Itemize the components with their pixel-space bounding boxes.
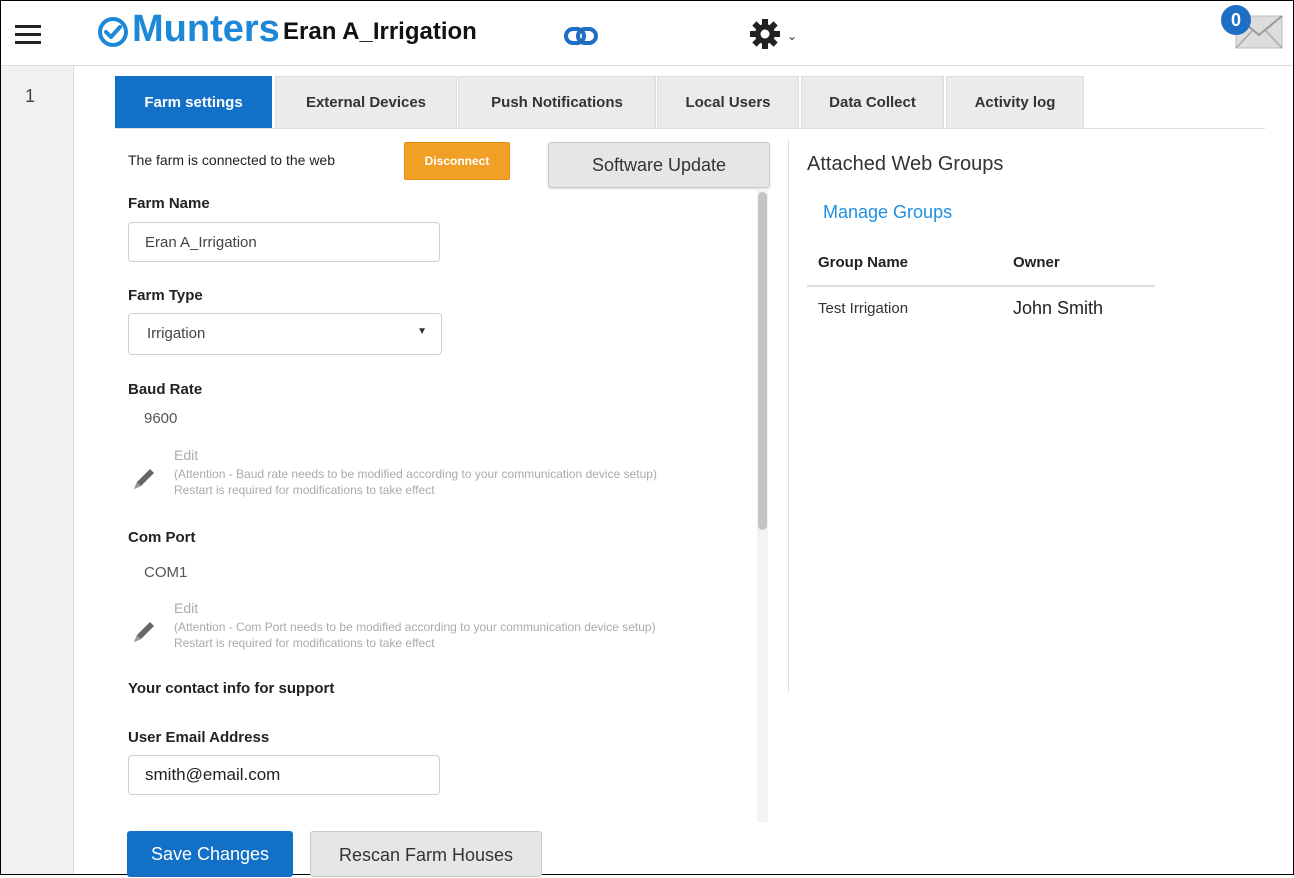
munters-logo-icon xyxy=(98,17,128,47)
panel-divider xyxy=(788,140,789,692)
web-groups-title: Attached Web Groups xyxy=(807,153,1004,175)
top-header: Munters Eran A_Irrigation ⌄ 0 xyxy=(1,1,1293,66)
pencil-icon xyxy=(134,622,154,642)
connection-status-text: The farm is connected to the web xyxy=(128,152,335,168)
farm-type-label: Farm Type xyxy=(128,287,203,304)
group-name-cell: Test Irrigation xyxy=(818,300,909,317)
caret-down-icon: ▼ xyxy=(417,326,427,337)
com-attention-note: (Attention - Com Port needs to be modifi… xyxy=(174,619,814,651)
baud-rate-value: 9600 xyxy=(144,410,178,427)
com-note-line-2: Restart is required for modifications to… xyxy=(174,636,435,650)
tab-external-devices[interactable]: External Devices xyxy=(275,76,457,128)
baud-rate-edit[interactable]: Edit (Attention - Baud rate needs to be … xyxy=(130,447,790,507)
farm-type-select[interactable]: Irrigation ▼ xyxy=(128,313,442,355)
com-edit-label: Edit xyxy=(174,600,199,616)
manage-groups-link[interactable]: Manage Groups xyxy=(823,202,952,223)
tab-local-users[interactable]: Local Users xyxy=(657,76,799,128)
table-header-divider xyxy=(807,285,1155,287)
baud-attention-note: (Attention - Baud rate needs to be modif… xyxy=(174,466,814,498)
contact-heading: Your contact info for support xyxy=(128,680,335,697)
farm-title: Eran A_Irrigation xyxy=(283,18,477,45)
email-label: User Email Address xyxy=(128,729,270,746)
mail-count-badge: 0 xyxy=(1221,5,1251,35)
group-name-header: Group Name xyxy=(818,254,909,271)
com-note-line-1: (Attention - Com Port needs to be modifi… xyxy=(174,620,656,634)
farm-name-input[interactable] xyxy=(128,222,440,262)
farm-name-label: Farm Name xyxy=(128,195,210,212)
brand-logo-text: Munters xyxy=(132,8,280,50)
baud-note-line-1: (Attention - Baud rate needs to be modif… xyxy=(174,467,657,481)
rescan-farm-houses-button[interactable]: Rescan Farm Houses xyxy=(310,831,542,877)
rail-index: 1 xyxy=(25,86,36,106)
farm-type-value: Irrigation xyxy=(147,325,206,342)
tab-push-notifications[interactable]: Push Notifications xyxy=(458,76,656,128)
baud-note-line-2: Restart is required for modifications to… xyxy=(174,483,435,497)
pencil-icon xyxy=(134,469,154,489)
save-changes-button[interactable]: Save Changes xyxy=(127,831,293,877)
chevron-down-icon[interactable]: ⌄ xyxy=(787,29,797,43)
mail-button[interactable]: 0 xyxy=(1221,5,1283,49)
disconnect-button[interactable]: Disconnect xyxy=(404,142,510,180)
com-port-value: COM1 xyxy=(144,564,188,581)
hamburger-menu-icon[interactable] xyxy=(15,25,41,45)
com-port-edit[interactable]: Edit (Attention - Com Port needs to be m… xyxy=(130,600,790,660)
settings-scrollbar[interactable] xyxy=(757,190,768,822)
baud-edit-label: Edit xyxy=(174,447,199,463)
tab-activity-log[interactable]: Activity log xyxy=(946,76,1084,128)
software-update-button[interactable]: Software Update xyxy=(548,142,770,188)
tab-data-collect[interactable]: Data Collect xyxy=(801,76,944,128)
tab-bar: Farm settings External Devices Push Noti… xyxy=(115,76,1265,129)
scrollbar-thumb[interactable] xyxy=(758,192,767,530)
owner-header: Owner xyxy=(1013,254,1060,271)
com-port-label: Com Port xyxy=(128,529,196,546)
tab-farm-settings[interactable]: Farm settings xyxy=(115,76,272,128)
owner-cell: John Smith xyxy=(1013,298,1104,318)
baud-rate-label: Baud Rate xyxy=(128,381,203,398)
left-rail: 1 xyxy=(1,66,74,874)
link-icon[interactable] xyxy=(564,25,598,47)
email-input[interactable] xyxy=(128,755,440,795)
gear-icon[interactable] xyxy=(749,18,781,50)
